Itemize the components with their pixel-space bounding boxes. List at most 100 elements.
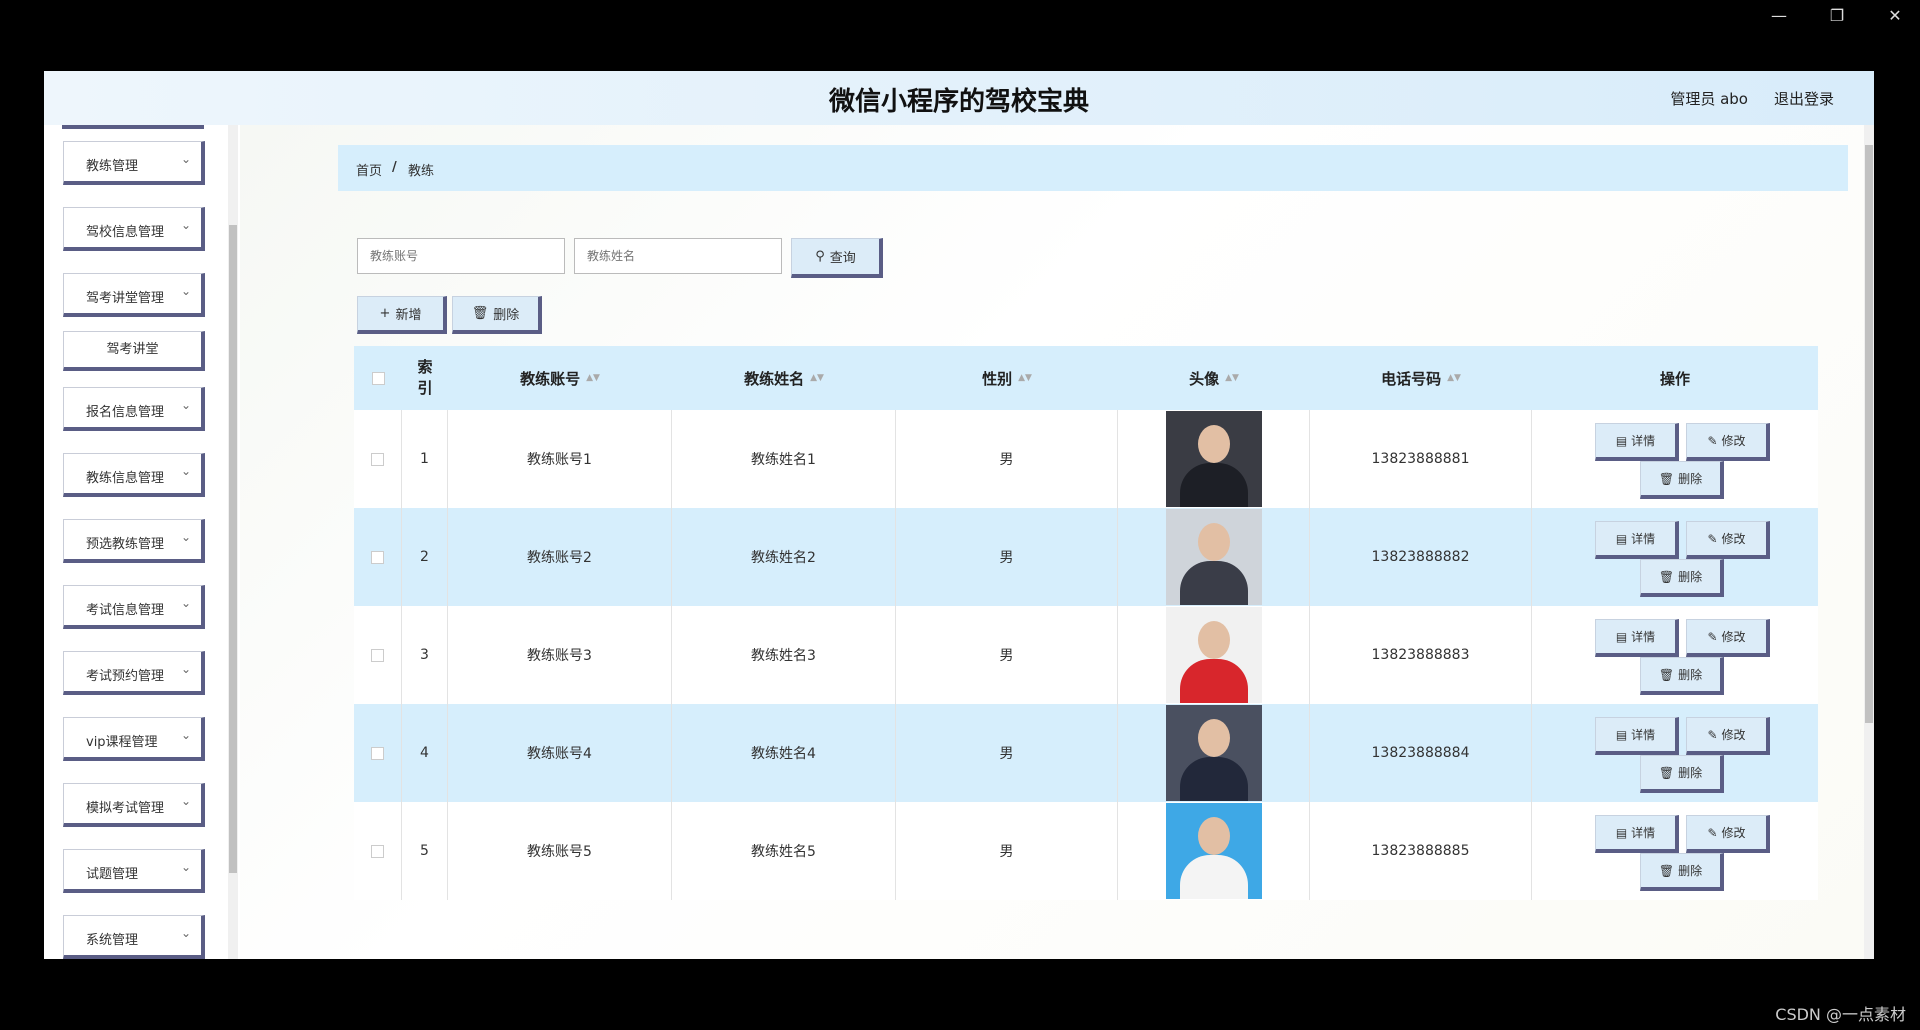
breadcrumb-home[interactable]: 首页 (356, 160, 382, 179)
edit-button[interactable]: ✎ 修改 (1686, 619, 1770, 657)
close-icon[interactable]: ✕ (1884, 6, 1906, 25)
app-title: 微信小程序的驾校宝典 (828, 87, 1089, 117)
query-button[interactable]: ⚲ 查询 (791, 238, 883, 278)
trash-icon: 🗑 (471, 306, 489, 321)
add-button-label: 新增 (395, 308, 422, 323)
row-account: 教练账号2 (448, 508, 672, 606)
table-row: 4 教练账号4 教练姓名4 男 13823888884 ▤ 详情 ✎ 修改 🗑 … (354, 704, 1818, 802)
window-controls: — ❐ ✕ (1768, 6, 1906, 25)
row-gender: 男 (896, 410, 1118, 508)
row-phone: 13823888883 (1310, 606, 1532, 704)
coach-table: 索引 教练账号 ▲▼ 教练姓名 ▲▼ 性别 ▲▼ 头像 ▲▼ 电话号码 ▲▼ 操作 (354, 346, 1818, 959)
avatar-head (1197, 621, 1230, 659)
detail-button[interactable]: ▤ 详情 (1595, 521, 1679, 559)
submenu-item-lecture[interactable]: 驾考讲堂 (63, 331, 205, 371)
sort-icon: ▲▼ (1447, 373, 1461, 383)
row-account: 教练账号4 (448, 704, 672, 802)
edit-button[interactable]: ✎ 修改 (1686, 815, 1770, 853)
row-checkbox[interactable] (371, 844, 384, 858)
col-ops: 操作 (1659, 369, 1690, 388)
row-delete-button[interactable]: 🗑 删除 (1640, 755, 1724, 793)
breadcrumb: 首页 / 教练 (338, 145, 1848, 191)
edit-button[interactable]: ✎ 修改 (1686, 423, 1770, 461)
row-phone: 13823888885 (1310, 802, 1532, 900)
chevron-down-icon: ⌄ (180, 152, 191, 166)
sidebar-item-lecture[interactable]: 驾考讲堂管理 ⌄ (63, 273, 205, 317)
sort-icon: ▲▼ (1225, 373, 1239, 383)
sidebar-item-label: 考试预约管理 (86, 669, 165, 684)
avatar[interactable] (1165, 411, 1262, 507)
restore-icon[interactable]: ❐ (1826, 6, 1848, 25)
select-all-checkbox[interactable] (371, 371, 385, 385)
sidebar-scroll-thumb[interactable] (229, 225, 237, 873)
col-account[interactable]: 教练账号 ▲▼ (448, 346, 672, 410)
col-gender[interactable]: 性别 ▲▼ (896, 346, 1118, 410)
sidebar-item-enrollment[interactable]: 报名信息管理 ⌄ (63, 387, 205, 431)
row-phone: 13823888884 (1310, 704, 1532, 802)
row-checkbox[interactable] (371, 746, 384, 760)
row-checkbox[interactable] (371, 648, 384, 662)
detail-button[interactable]: ▤ 详情 (1595, 815, 1679, 853)
pencil-icon: ✎ (1707, 531, 1718, 546)
col-index: 索引 (417, 358, 433, 397)
detail-button[interactable]: ▤ 详情 (1595, 423, 1679, 461)
col-gender-label: 性别 (982, 369, 1013, 388)
document-icon: ▤ (1615, 727, 1628, 742)
detail-button[interactable]: ▤ 详情 (1595, 619, 1679, 657)
avatar[interactable] (1165, 705, 1262, 801)
row-gender: 男 (896, 802, 1118, 900)
avatar[interactable] (1165, 803, 1262, 899)
edit-button[interactable]: ✎ 修改 (1686, 521, 1770, 559)
row-checkbox[interactable] (371, 550, 384, 564)
delete-button[interactable]: 🗑 删除 (452, 296, 542, 334)
row-delete-button[interactable]: 🗑 删除 (1640, 853, 1724, 891)
row-checkbox[interactable] (371, 452, 384, 466)
sidebar-item-coach[interactable]: 教练管理 ⌄ (63, 141, 205, 185)
add-button[interactable]: + 新增 (357, 296, 447, 334)
main-scroll-thumb[interactable] (1865, 145, 1873, 723)
row-ops-cell: ▤ 详情 ✎ 修改 🗑 删除 (1532, 508, 1818, 606)
col-avatar[interactable]: 头像 ▲▼ (1118, 346, 1310, 410)
row-delete-button[interactable]: 🗑 删除 (1640, 461, 1724, 499)
sidebar-item-questions[interactable]: 试题管理 ⌄ (63, 849, 205, 893)
sort-icon: ▲▼ (1018, 373, 1032, 383)
detail-button-label: 详情 (1631, 630, 1656, 644)
row-name: 教练姓名3 (672, 606, 896, 704)
col-phone-label: 电话号码 (1381, 369, 1442, 388)
col-phone[interactable]: 电话号码 ▲▼ (1310, 346, 1532, 410)
row-delete-button[interactable]: 🗑 删除 (1640, 657, 1724, 695)
logout-link[interactable]: 退出登录 (1774, 88, 1834, 109)
minimize-icon[interactable]: — (1768, 6, 1790, 25)
table-row: 5 教练账号5 教练姓名5 男 13823888885 ▤ 详情 ✎ 修改 🗑 … (354, 802, 1818, 900)
breadcrumb-current: 教练 (408, 164, 435, 179)
row-index: 4 (402, 704, 448, 802)
edit-button-label: 修改 (1721, 532, 1746, 546)
avatar-head (1197, 817, 1230, 855)
coach-account-input[interactable] (357, 238, 565, 274)
sidebar-item-label: 系统管理 (86, 933, 139, 948)
detail-button-label: 详情 (1631, 826, 1656, 840)
sidebar-item-mock-exam[interactable]: 模拟考试管理 ⌄ (63, 783, 205, 827)
sidebar-item-system[interactable]: 系统管理 ⌄ (63, 915, 205, 959)
sidebar-item-preselect[interactable]: 预选教练管理 ⌄ (63, 519, 205, 563)
coach-name-input[interactable] (574, 238, 782, 274)
avatar[interactable] (1165, 509, 1262, 605)
edit-button-label: 修改 (1721, 826, 1746, 840)
pencil-icon: ✎ (1707, 727, 1718, 742)
search-icon: ⚲ (815, 249, 825, 264)
table-row: 2 教练账号2 教练姓名2 男 13823888882 ▤ 详情 ✎ 修改 🗑 … (354, 508, 1818, 606)
sidebar-item-exam-booking[interactable]: 考试预约管理 ⌄ (63, 651, 205, 695)
sidebar-item-vip[interactable]: vip课程管理 ⌄ (63, 717, 205, 761)
sidebar-item-exam-info[interactable]: 考试信息管理 ⌄ (63, 585, 205, 629)
row-delete-button[interactable]: 🗑 删除 (1640, 559, 1724, 597)
avatar-body (1179, 757, 1248, 801)
sidebar-item-school-info[interactable]: 驾校信息管理 ⌄ (63, 207, 205, 251)
edit-button[interactable]: ✎ 修改 (1686, 717, 1770, 755)
col-name[interactable]: 教练姓名 ▲▼ (672, 346, 896, 410)
row-avatar-cell (1118, 704, 1310, 802)
avatar[interactable] (1165, 607, 1262, 703)
trash-icon: 🗑 (1658, 863, 1675, 878)
sidebar: 教练管理 ⌄ 驾校信息管理 ⌄ 驾考讲堂管理 ⌄ 驾考讲堂 报名信息管理 ⌄ 教… (44, 125, 240, 959)
detail-button[interactable]: ▤ 详情 (1595, 717, 1679, 755)
sidebar-item-coach-info[interactable]: 教练信息管理 ⌄ (63, 453, 205, 497)
